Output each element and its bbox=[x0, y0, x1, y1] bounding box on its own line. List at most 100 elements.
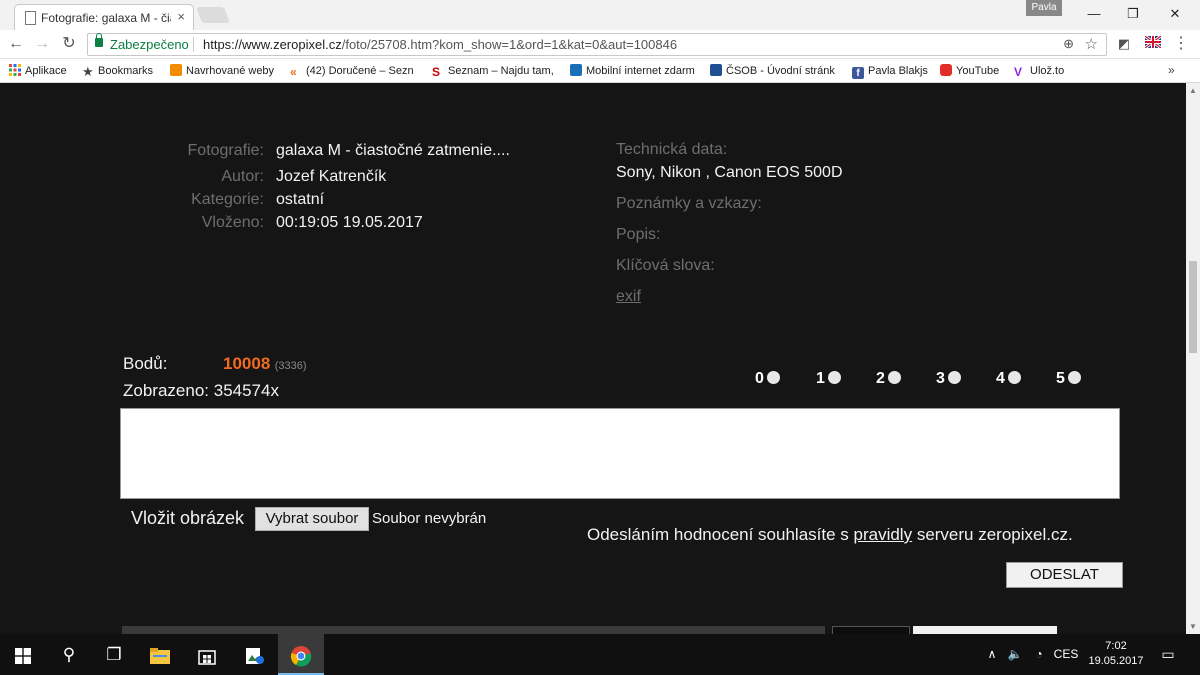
send-button[interactable]: ODESLAT bbox=[1006, 562, 1123, 588]
rules-link[interactable]: pravidly bbox=[854, 525, 913, 544]
bookmark-label: ČSOB - Úvodní stránk bbox=[726, 65, 835, 77]
facebook-icon: f bbox=[852, 67, 864, 79]
inserted-label: Vloženo: bbox=[201, 214, 264, 231]
bookmark-facebook[interactable]: f Pavla Blakjs bbox=[852, 63, 932, 79]
author-value: Jozef Katrenčík bbox=[276, 168, 387, 185]
rating-number: 3 bbox=[936, 370, 945, 387]
bookmarks-bar: Aplikace ★ Bookmarks Navrhované weby « (42… bbox=[0, 59, 1200, 83]
back-arrow-icon[interactable]: ← bbox=[5, 33, 27, 55]
network-icon[interactable]: ◔ bbox=[1029, 634, 1049, 675]
url-text[interactable]: https://www.zeropixel.cz/foto/25708.htm?… bbox=[203, 37, 677, 52]
reload-icon[interactable]: ↻ bbox=[58, 33, 80, 55]
scroll-up-icon[interactable]: ▲ bbox=[1189, 86, 1197, 95]
radio-icon[interactable] bbox=[1007, 371, 1021, 384]
volume-icon[interactable]: 🔈 bbox=[1005, 634, 1025, 675]
clock-date: 19.05.2017 bbox=[1088, 655, 1144, 667]
zoom-icon[interactable]: ⊕ bbox=[1063, 36, 1074, 52]
apps-grid-icon bbox=[9, 64, 21, 76]
points-value: 10008 bbox=[223, 354, 271, 373]
next-section-bar bbox=[122, 626, 825, 634]
choose-file-button[interactable]: Vybrat soubor bbox=[255, 507, 369, 531]
scrollbar-thumb[interactable] bbox=[1189, 261, 1197, 353]
next-section-box bbox=[832, 626, 910, 634]
radio-icon[interactable] bbox=[827, 371, 841, 384]
taskbar-clock[interactable]: 7:02 19.05.2017 bbox=[1082, 639, 1150, 669]
next-section-field[interactable] bbox=[913, 626, 1057, 634]
agreement-suffix: serveru zeropixel.cz. bbox=[912, 525, 1073, 544]
category-label: Kategorie: bbox=[191, 191, 264, 208]
browser-tab[interactable]: Fotografie: galaxa M - čia × bbox=[14, 4, 194, 30]
exif-link[interactable]: exif bbox=[616, 288, 641, 306]
inserted-value: 00:19:05 19.05.2017 bbox=[276, 214, 423, 231]
radio-icon[interactable] bbox=[947, 371, 961, 384]
bookmarks-overflow-icon[interactable]: » bbox=[1168, 63, 1175, 77]
no-file-text: Soubor nevybrán bbox=[372, 510, 487, 527]
bookmark-youtube[interactable]: YouTube bbox=[940, 63, 1006, 79]
action-center-icon[interactable]: ▭ bbox=[1158, 634, 1178, 675]
address-bar[interactable]: Zabezpečeno https://www.zeropixel.cz/fot… bbox=[87, 33, 1107, 56]
bookmark-bookmarks[interactable]: ★ Bookmarks bbox=[82, 63, 162, 79]
views-stat: Zobrazeno: 354574x bbox=[123, 381, 279, 401]
category-value: ostatní bbox=[276, 191, 325, 208]
profile-badge[interactable]: Pavla bbox=[1026, 0, 1062, 16]
rating-option-2[interactable]: 2 bbox=[876, 370, 901, 388]
bookmark-label: (42) Doručené – Sezn bbox=[306, 65, 414, 77]
minimize-button[interactable]: — bbox=[1079, 4, 1109, 24]
rating-option-5[interactable]: 5 bbox=[1056, 370, 1081, 388]
radio-icon[interactable] bbox=[1067, 371, 1081, 384]
agreement-prefix: Odesláním hodnocení souhlasíte s bbox=[587, 525, 854, 544]
forward-arrow-icon[interactable]: → bbox=[31, 33, 53, 55]
clock-time: 7:02 bbox=[1105, 640, 1127, 652]
radio-icon[interactable] bbox=[887, 371, 901, 384]
bookmark-star-icon[interactable]: ☆ bbox=[1085, 35, 1098, 53]
url-path: /foto/25708.htm?kom_show=1&ord=1&kat=0&a… bbox=[341, 37, 678, 52]
lock-icon bbox=[95, 33, 103, 47]
scroll-down-icon[interactable]: ▼ bbox=[1189, 622, 1197, 631]
bookmark-csob[interactable]: ČSOB - Úvodní stránk bbox=[710, 63, 838, 79]
bookmark-apps[interactable]: Aplikace bbox=[9, 63, 79, 79]
agreement-text: Odesláním hodnocení souhlasíte s pravidl… bbox=[587, 525, 1073, 545]
points-label: Bodů: bbox=[123, 354, 168, 373]
rating-option-0[interactable]: 0 bbox=[755, 370, 780, 388]
menu-kebab-icon[interactable]: ⋮ bbox=[1172, 35, 1190, 53]
tab-close-icon[interactable]: × bbox=[177, 9, 185, 24]
new-tab-button[interactable] bbox=[196, 7, 230, 23]
bookmark-seznam-email[interactable]: « (42) Doručené – Sezn bbox=[290, 63, 418, 79]
bookmark-mobile-internet[interactable]: Mobilní internet zdarm bbox=[570, 63, 696, 79]
search-icon[interactable]: ⚲ bbox=[46, 634, 92, 675]
bookmark-label: Seznam – Najdu tam, bbox=[448, 65, 554, 77]
page-scrollbar[interactable]: ▲ ▼ bbox=[1186, 83, 1200, 634]
url-host: https://www.zeropixel.cz bbox=[203, 37, 342, 52]
bookmark-label: YouTube bbox=[956, 65, 1000, 77]
bookmark-seznam[interactable]: S Seznam – Najdu tam, bbox=[432, 63, 556, 79]
uk-flag-icon[interactable] bbox=[1144, 34, 1162, 53]
store-icon[interactable] bbox=[184, 634, 230, 675]
radio-icon[interactable] bbox=[766, 371, 780, 384]
rating-number: 1 bbox=[816, 370, 825, 387]
seznam-icon: S bbox=[432, 65, 441, 79]
language-indicator[interactable]: CES bbox=[1053, 634, 1079, 675]
chrome-taskbar-icon[interactable] bbox=[278, 634, 324, 675]
restore-button[interactable]: ❐ bbox=[1118, 4, 1148, 24]
bookmark-ulozto[interactable]: V Ulož.to bbox=[1014, 63, 1074, 79]
comment-textarea[interactable] bbox=[120, 408, 1120, 499]
photos-icon[interactable] bbox=[232, 634, 278, 675]
bookmark-suggested-sites[interactable]: Navrhované weby bbox=[170, 63, 282, 79]
close-window-button[interactable]: ✕ bbox=[1160, 4, 1190, 24]
rating-option-3[interactable]: 3 bbox=[936, 370, 961, 388]
insert-image-label: Vložit obrázek bbox=[131, 508, 245, 528]
points-value-group: 10008 (3336) bbox=[223, 354, 307, 374]
rating-option-1[interactable]: 1 bbox=[816, 370, 841, 388]
task-view-icon[interactable]: ❐ bbox=[91, 634, 137, 675]
rating-number: 2 bbox=[876, 370, 885, 387]
address-separator bbox=[193, 37, 194, 52]
bookmark-label: Pavla Blakjs bbox=[868, 65, 928, 77]
file-explorer-icon[interactable] bbox=[137, 634, 183, 675]
orange-page-icon bbox=[170, 64, 182, 76]
views-label: Zobrazeno: bbox=[123, 381, 209, 400]
rating-option-4[interactable]: 4 bbox=[996, 370, 1021, 388]
extension-icon[interactable]: ◩ bbox=[1115, 35, 1133, 53]
keywords-label: Klíčová slova: bbox=[616, 257, 715, 274]
tray-overflow-icon[interactable]: ∧ bbox=[984, 634, 1000, 675]
windows-start-icon[interactable] bbox=[0, 634, 46, 675]
